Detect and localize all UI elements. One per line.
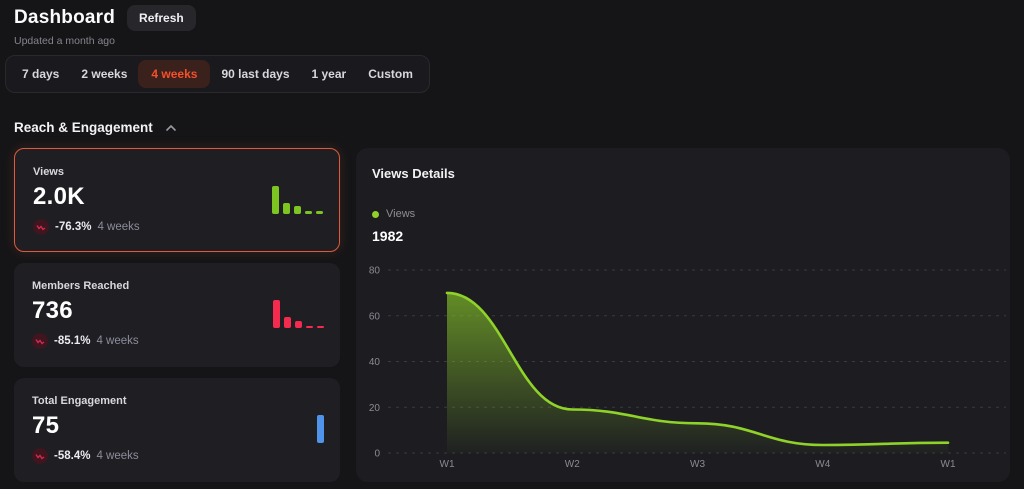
svg-text:W3: W3 xyxy=(690,459,705,470)
tab-4-weeks[interactable]: 4 weeks xyxy=(138,60,211,88)
last-updated-text: Updated a month ago xyxy=(14,35,115,47)
trend-down-icon xyxy=(33,219,49,235)
tab-1-year[interactable]: 1 year xyxy=(301,60,358,88)
header: Dashboard Refresh Updated a month ago xyxy=(14,5,196,47)
stat-card-members-reached[interactable]: Members Reached 736 -85.1% 4 weeks xyxy=(14,263,340,367)
svg-text:W4: W4 xyxy=(815,459,830,470)
chart-legend: Views xyxy=(372,208,415,220)
card-label: Members Reached xyxy=(32,280,130,292)
stat-card-total-engagement[interactable]: Total Engagement 75 -58.4% 4 weeks xyxy=(14,378,340,482)
trend-change: -85.1% xyxy=(54,335,91,347)
trend-down-icon xyxy=(32,448,48,464)
svg-text:80: 80 xyxy=(369,266,381,277)
card-label: Views xyxy=(33,166,64,178)
trend-row: -58.4% 4 weeks xyxy=(32,448,322,464)
panel-title: Views Details xyxy=(372,166,455,181)
section-title: Reach & Engagement xyxy=(14,120,153,135)
tab-2-weeks[interactable]: 2 weeks xyxy=(70,60,138,88)
svg-text:40: 40 xyxy=(369,357,381,368)
trend-period: 4 weeks xyxy=(96,335,139,347)
svg-text:0: 0 xyxy=(374,449,380,460)
chevron-up-icon[interactable] xyxy=(165,122,177,134)
card-label: Total Engagement xyxy=(32,395,127,407)
legend-label: Views xyxy=(386,208,416,220)
svg-text:20: 20 xyxy=(369,403,381,414)
views-sparkline xyxy=(272,186,323,214)
views-details-panel: Views Details Views 1982 0 20 40 60 80 W1 W2 W3… xyxy=(356,148,1010,482)
card-value: 75 xyxy=(32,412,60,439)
chart-total-value: 1982 xyxy=(372,228,404,244)
refresh-button[interactable]: Refresh xyxy=(127,5,196,31)
tab-7-days[interactable]: 7 days xyxy=(11,60,70,88)
stat-cards: Views 2.0K -76.3% 4 weeks Members Reache… xyxy=(14,148,340,482)
tab-custom[interactable]: Custom xyxy=(357,60,424,88)
trend-period: 4 weeks xyxy=(97,221,140,233)
time-range-tabbar: 7 days 2 weeks 4 weeks 90 last days 1 ye… xyxy=(5,55,430,93)
views-area-chart: 0 20 40 60 80 W1 W2 W3 W4 W1 xyxy=(369,266,1006,470)
svg-text:W1: W1 xyxy=(941,459,956,470)
engagement-sparkline xyxy=(317,415,324,443)
svg-text:60: 60 xyxy=(369,311,381,322)
dashboard-page: Dashboard Refresh Updated a month ago 7 … xyxy=(0,0,1024,489)
section-header: Reach & Engagement xyxy=(14,120,177,135)
legend-dot xyxy=(372,210,379,218)
trend-period: 4 weeks xyxy=(96,450,139,462)
trend-change: -58.4% xyxy=(54,450,91,462)
tab-90-last-days[interactable]: 90 last days xyxy=(210,60,300,88)
page-title: Dashboard xyxy=(14,7,116,28)
members-sparkline xyxy=(273,300,324,328)
svg-text:W1: W1 xyxy=(440,459,455,470)
stat-card-views[interactable]: Views 2.0K -76.3% 4 weeks xyxy=(14,148,340,252)
svg-text:W2: W2 xyxy=(565,459,580,470)
trend-change: -76.3% xyxy=(55,221,92,233)
trend-row: -76.3% 4 weeks xyxy=(33,219,321,235)
trend-row: -85.1% 4 weeks xyxy=(32,333,322,349)
trend-down-icon xyxy=(32,333,48,349)
